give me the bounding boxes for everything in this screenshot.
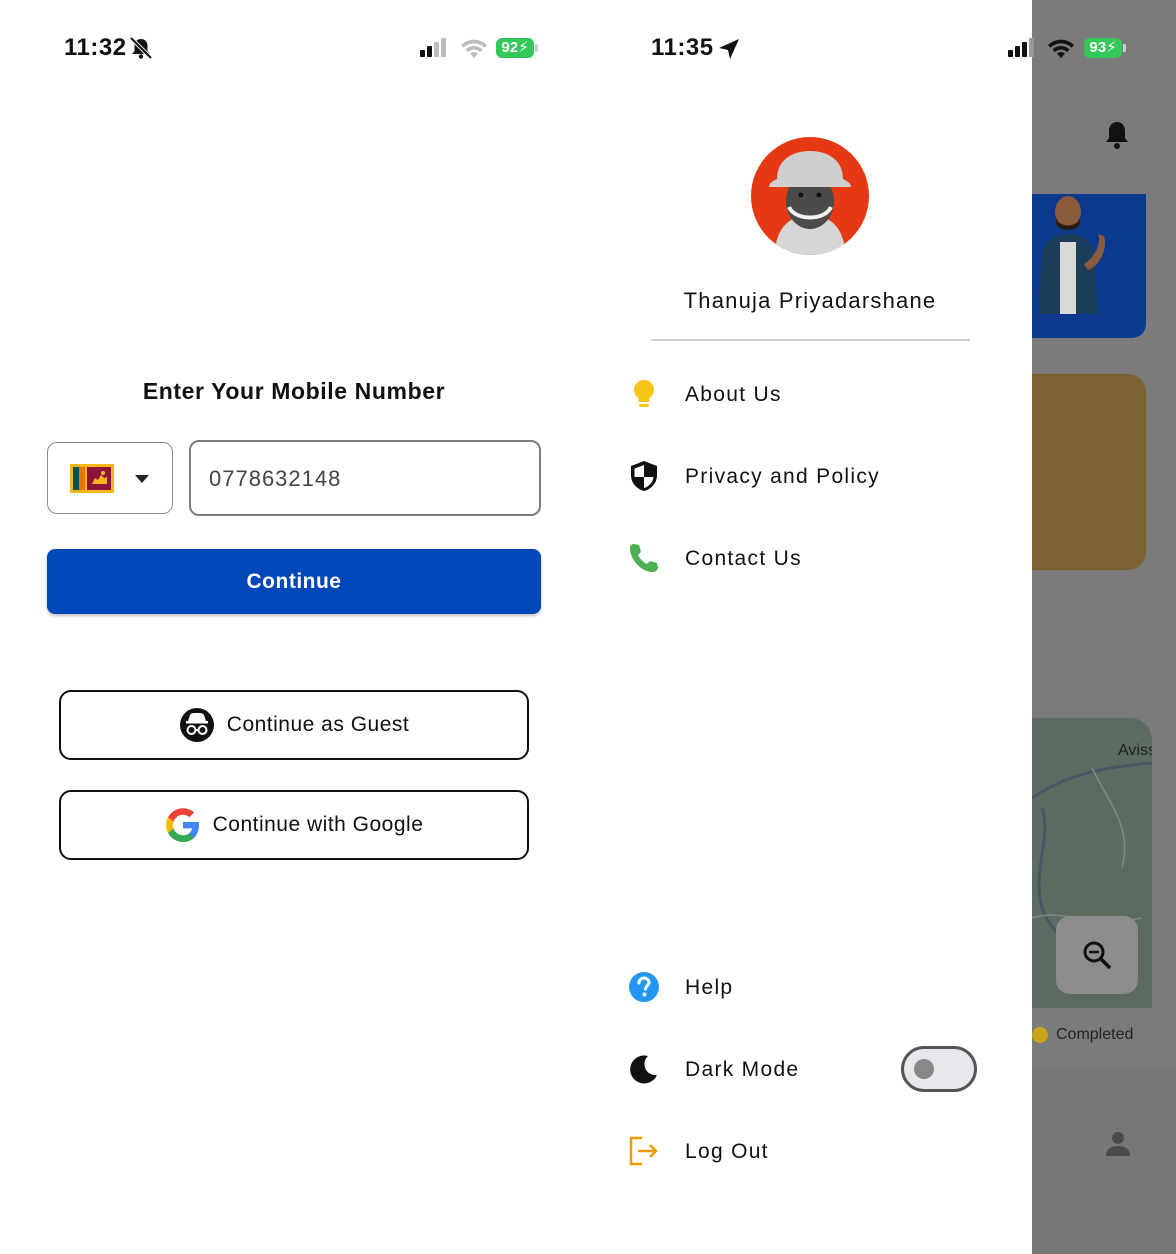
legend-dot <box>1032 1027 1048 1043</box>
battery-icon: 92⚡ <box>496 38 534 58</box>
continue-button[interactable]: Continue <box>47 549 541 614</box>
phone-input[interactable] <box>207 442 521 516</box>
legend-completed-label: Completed <box>1056 1026 1134 1043</box>
background-overlay[interactable]: Aviss Completed <box>1032 0 1176 1254</box>
battery-cap-right <box>1123 44 1126 52</box>
lightbulb-icon <box>634 380 654 407</box>
menu-item-log-out[interactable] <box>620 1127 1000 1179</box>
zoom-out-icon <box>1083 941 1112 970</box>
cellular-icon <box>420 38 446 57</box>
google-label: Continue with Google <box>212 813 424 836</box>
status-time-right: 11:35 <box>651 34 714 61</box>
menu-label-help: Help <box>685 976 734 999</box>
help-icon <box>629 972 659 1002</box>
menu-item-help[interactable] <box>620 963 1000 1015</box>
guest-incognito-icon <box>179 708 214 742</box>
menu-label-about-us: About Us <box>685 383 782 406</box>
menu-label-log-out: Log Out <box>685 1140 769 1163</box>
menu-item-about-us[interactable] <box>620 370 1000 422</box>
phone-field[interactable] <box>189 440 541 516</box>
zoom-button[interactable] <box>1056 916 1138 994</box>
avatar[interactable] <box>751 137 869 255</box>
toggle-knob <box>914 1059 934 1079</box>
person-illustration <box>1038 196 1106 314</box>
promo-card[interactable] <box>1032 374 1146 570</box>
cellular-icon-right <box>1008 38 1034 57</box>
avatar-photo <box>769 151 851 255</box>
moon-icon <box>630 1055 657 1084</box>
sri-lanka-flag-icon <box>70 464 114 493</box>
status-time: 11:32 <box>64 34 127 61</box>
wifi-icon <box>461 39 487 58</box>
guest-label: Continue as Guest <box>226 713 410 736</box>
profile-name: Thanuja Priyadarshane <box>683 288 937 313</box>
continue-with-google-button[interactable]: Continue with Google <box>59 790 529 860</box>
shield-icon <box>631 461 657 491</box>
bell-slash-icon <box>129 36 153 60</box>
dark-mode-toggle[interactable] <box>901 1046 977 1092</box>
map-place-label: Aviss <box>1118 742 1152 759</box>
banner-card[interactable] <box>1032 194 1146 338</box>
map-legend: Completed <box>1032 1020 1176 1050</box>
wifi-icon-right <box>1048 39 1074 58</box>
phone-icon <box>630 544 658 572</box>
bottom-nav <box>1032 1068 1176 1254</box>
bell-icon <box>1106 122 1128 149</box>
menu-label-contact-us: Contact Us <box>685 547 802 570</box>
dropdown-caret-icon <box>135 475 149 483</box>
country-code-selector[interactable] <box>47 442 173 514</box>
battery-cap <box>535 44 538 52</box>
menu-item-contact-us[interactable] <box>620 534 1000 586</box>
location-arrow-icon <box>719 39 739 59</box>
person-icon[interactable] <box>1104 1130 1132 1158</box>
google-logo-icon <box>165 808 199 842</box>
page-title: Enter Your Mobile Number <box>142 378 446 404</box>
continue-as-guest-button[interactable]: Continue as Guest <box>59 690 529 760</box>
logout-icon <box>629 1136 658 1166</box>
profile-divider <box>651 339 970 341</box>
menu-label-privacy-policy: Privacy and Policy <box>685 465 880 488</box>
battery-icon-right: 93⚡ <box>1084 38 1122 58</box>
menu-label-dark-mode: Dark Mode <box>685 1058 800 1081</box>
